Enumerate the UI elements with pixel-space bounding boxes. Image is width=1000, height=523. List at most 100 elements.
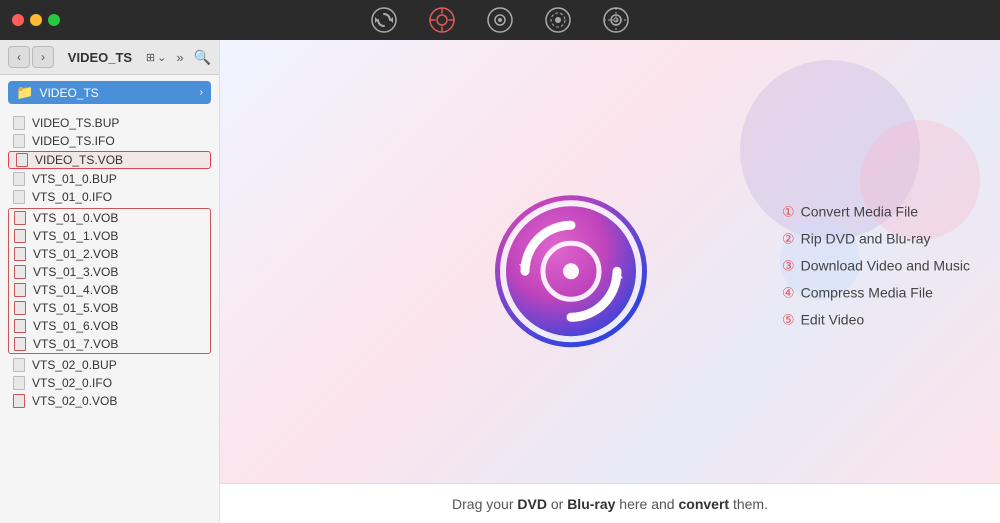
file-icon-doc [12, 376, 26, 390]
bottom-text: Drag your DVD or Blu-ray here and conver… [452, 496, 768, 512]
file-item-vob[interactable]: VTS_01_4.VOB [9, 281, 210, 299]
convert-toolbar-icon[interactable] [369, 5, 399, 35]
edit-toolbar-icon[interactable] [601, 5, 631, 35]
file-name: VIDEO_TS.BUP [32, 116, 119, 130]
file-item-vob[interactable]: VTS_01_2.VOB [9, 245, 210, 263]
file-item[interactable]: VTS_01_0.IFO [0, 188, 219, 206]
file-icon-vid [13, 211, 27, 225]
file-item[interactable]: VIDEO_TS.BUP [0, 114, 219, 132]
feature-item-4: ④ Compress Media File [782, 284, 970, 301]
file-name: VTS_01_0.IFO [32, 190, 112, 204]
feature-item-1: ① Convert Media File [782, 203, 970, 220]
file-item-vob[interactable]: VTS_01_1.VOB [9, 227, 210, 245]
file-item-vob[interactable]: VTS_01_6.VOB [9, 317, 210, 335]
chevron-right-icon: › [200, 87, 203, 98]
rip-toolbar-icon[interactable] [427, 5, 457, 35]
minimize-button[interactable] [30, 14, 42, 26]
feature-num-4: ④ [782, 284, 795, 301]
file-name: VTS_01_1.VOB [33, 229, 118, 243]
double-arrow-button[interactable]: » [176, 50, 183, 65]
view-toggle[interactable]: ⊞⌄ [146, 51, 166, 64]
download-toolbar-icon[interactable] [485, 5, 515, 35]
file-item[interactable]: VTS_02_0.IFO [0, 374, 219, 392]
feature-num-3: ③ [782, 257, 795, 274]
dvd-text: DVD [517, 496, 547, 512]
file-icon-vid [12, 394, 26, 408]
file-item-vob[interactable]: VTS_01_7.VOB [9, 335, 210, 353]
file-name: VTS_01_2.VOB [33, 247, 118, 261]
file-icon-vid [13, 247, 27, 261]
finder-toolbar: ‹ › VIDEO_TS ⊞⌄ » 🔍 [0, 40, 219, 75]
sidebar-folder-label: VIDEO_TS [39, 86, 98, 100]
feature-label-3: Download Video and Music [801, 258, 970, 274]
file-name: VIDEO_TS.IFO [32, 134, 115, 148]
folder-title: VIDEO_TS [60, 50, 140, 65]
feature-num-2: ② [782, 230, 795, 247]
convert-text: convert [678, 496, 729, 512]
toolbar: ① ② ③ ④ ⑤ [369, 5, 631, 35]
finder-panel: ‹ › VIDEO_TS ⊞⌄ » 🔍 📁 VIDEO_TS › VIDEO_T… [0, 40, 220, 523]
file-icon-vid [13, 265, 27, 279]
file-name: VTS_02_0.VOB [32, 394, 117, 408]
sidebar-area: 📁 VIDEO_TS › [0, 75, 219, 110]
bluray-text: Blu-ray [567, 496, 615, 512]
nav-arrows: ‹ › [8, 46, 54, 68]
file-name: VTS_01_5.VOB [33, 301, 118, 315]
feature-label-2: Rip DVD and Blu-ray [801, 231, 931, 247]
file-item-highlighted[interactable]: VIDEO_TS.VOB [8, 151, 211, 169]
file-name: VIDEO_TS.VOB [35, 153, 123, 167]
file-item-vob[interactable]: VTS_01_3.VOB [9, 263, 210, 281]
file-name: VTS_01_6.VOB [33, 319, 118, 333]
sidebar-folder-video-ts[interactable]: 📁 VIDEO_TS › [8, 81, 211, 104]
main-content: ‹ › VIDEO_TS ⊞⌄ » 🔍 📁 VIDEO_TS › VIDEO_T… [0, 40, 1000, 523]
vob-group: VTS_01_0.VOB VTS_01_1.VOB VTS_01_2.VOB V… [8, 208, 211, 354]
traffic-lights [12, 14, 60, 26]
file-name: VTS_01_3.VOB [33, 265, 118, 279]
feature-num-5: ⑤ [782, 311, 795, 328]
file-name: VTS_01_4.VOB [33, 283, 118, 297]
file-item-vob[interactable]: VTS_01_0.VOB [9, 209, 210, 227]
file-icon-vid [13, 337, 27, 351]
file-item[interactable]: VIDEO_TS.IFO [0, 132, 219, 150]
back-button[interactable]: ‹ [8, 46, 30, 68]
feature-label-4: Compress Media File [801, 285, 933, 301]
file-icon-doc [12, 134, 26, 148]
file-name: VTS_01_0.BUP [32, 172, 117, 186]
file-name: VTS_01_0.VOB [33, 211, 118, 225]
feature-item-5: ⑤ Edit Video [782, 311, 970, 328]
file-icon-doc [12, 358, 26, 372]
feature-num-1: ① [782, 203, 795, 220]
feature-label-5: Edit Video [801, 312, 865, 328]
file-item[interactable]: VTS_02_0.BUP [0, 356, 219, 374]
search-button[interactable]: 🔍 [194, 49, 211, 66]
compress-toolbar-icon[interactable] [543, 5, 573, 35]
close-button[interactable] [12, 14, 24, 26]
file-icon-vid [13, 301, 27, 315]
file-icon-vid [13, 229, 27, 243]
forward-button[interactable]: › [32, 46, 54, 68]
file-icon-doc [12, 172, 26, 186]
folder-icon: 📁 [16, 84, 33, 101]
file-icon-vid [15, 153, 29, 167]
feature-item-2: ② Rip DVD and Blu-ray [782, 230, 970, 247]
file-item[interactable]: VTS_02_0.VOB [0, 392, 219, 410]
file-icon-vid [13, 283, 27, 297]
main-logo-svg [491, 191, 651, 351]
feature-item-3: ③ Download Video and Music [782, 257, 970, 274]
file-icon-doc [12, 116, 26, 130]
file-name: VTS_02_0.BUP [32, 358, 117, 372]
right-panel: ① Convert Media File ② Rip DVD and Blu-r… [220, 40, 1000, 523]
file-icon-doc [12, 190, 26, 204]
file-icon-vid [13, 319, 27, 333]
feature-list: ① Convert Media File ② Rip DVD and Blu-r… [782, 203, 970, 338]
maximize-button[interactable] [48, 14, 60, 26]
feature-label-1: Convert Media File [801, 204, 919, 220]
file-name: VTS_02_0.IFO [32, 376, 112, 390]
main-logo-container [491, 191, 651, 356]
file-list[interactable]: VIDEO_TS.BUP VIDEO_TS.IFO VIDEO_TS.VOB V… [0, 110, 219, 523]
file-item[interactable]: VTS_01_0.BUP [0, 170, 219, 188]
file-item-vob[interactable]: VTS_01_5.VOB [9, 299, 210, 317]
file-name: VTS_01_7.VOB [33, 337, 118, 351]
titlebar: ① ② ③ ④ ⑤ [0, 0, 1000, 40]
bottom-bar: Drag your DVD or Blu-ray here and conver… [220, 483, 1000, 523]
